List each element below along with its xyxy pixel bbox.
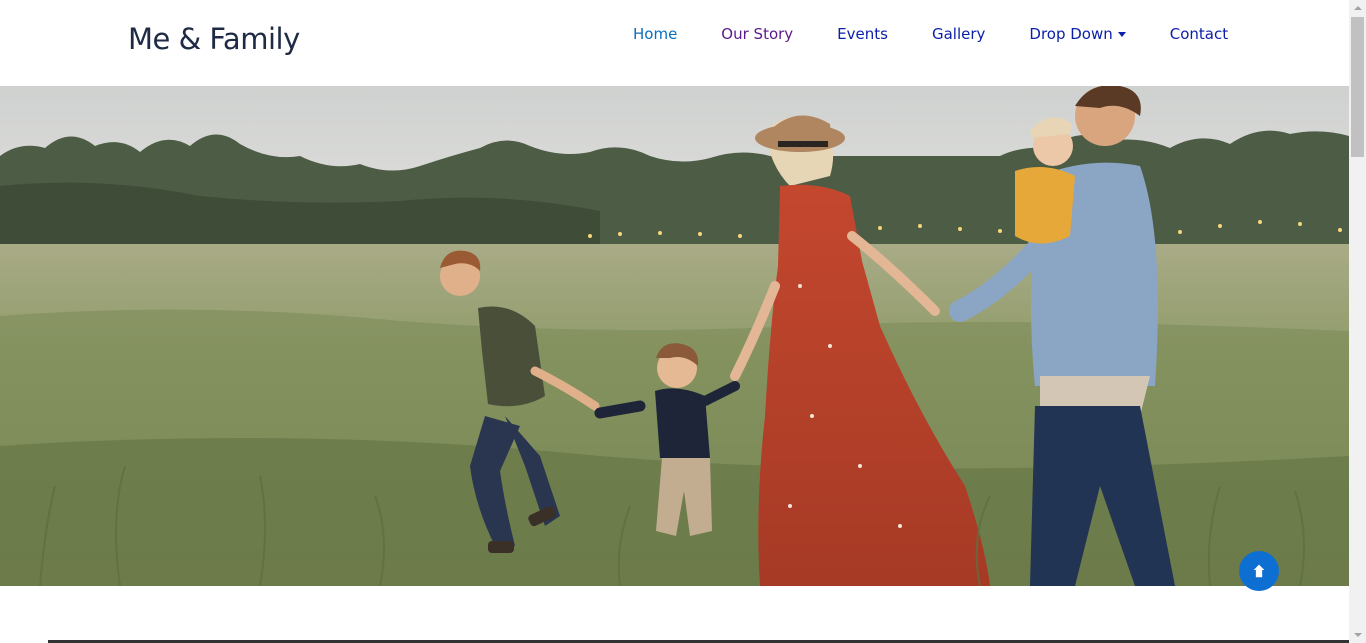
site-header: Me & Family Home Our Story Events Galler… — [0, 0, 1349, 86]
hero-image — [0, 86, 1349, 586]
nav-gallery[interactable]: Gallery — [910, 24, 1007, 44]
scroll-up-arrow-icon[interactable] — [1349, 0, 1366, 17]
nav-events-label: Events — [837, 25, 888, 43]
vertical-scrollbar[interactable] — [1349, 0, 1366, 643]
scrollbar-thumb[interactable] — [1351, 17, 1364, 157]
nav-our-story[interactable]: Our Story — [699, 24, 815, 44]
arrow-up-icon — [1253, 564, 1265, 578]
nav-drop-down-label: Drop Down — [1029, 25, 1113, 43]
nav-events[interactable]: Events — [815, 24, 910, 44]
main-nav: Home Our Story Events Gallery Drop Down … — [611, 24, 1250, 44]
nav-home[interactable]: Home — [611, 24, 699, 44]
brand-logo[interactable]: Me & Family — [128, 22, 300, 56]
nav-gallery-label: Gallery — [931, 25, 986, 43]
page: Me & Family Home Our Story Events Galler… — [0, 0, 1366, 643]
nav-contact[interactable]: Contact — [1148, 24, 1250, 44]
nav-drop-down[interactable]: Drop Down — [1007, 24, 1147, 44]
nav-contact-label: Contact — [1169, 25, 1229, 43]
scroll-down-arrow-icon[interactable] — [1349, 626, 1366, 643]
caret-down-icon — [1117, 32, 1126, 37]
nav-home-label: Home — [633, 25, 678, 43]
family-photo-illustration — [0, 86, 1349, 586]
back-to-top-button[interactable] — [1239, 551, 1279, 591]
nav-our-story-label: Our Story — [721, 25, 794, 43]
